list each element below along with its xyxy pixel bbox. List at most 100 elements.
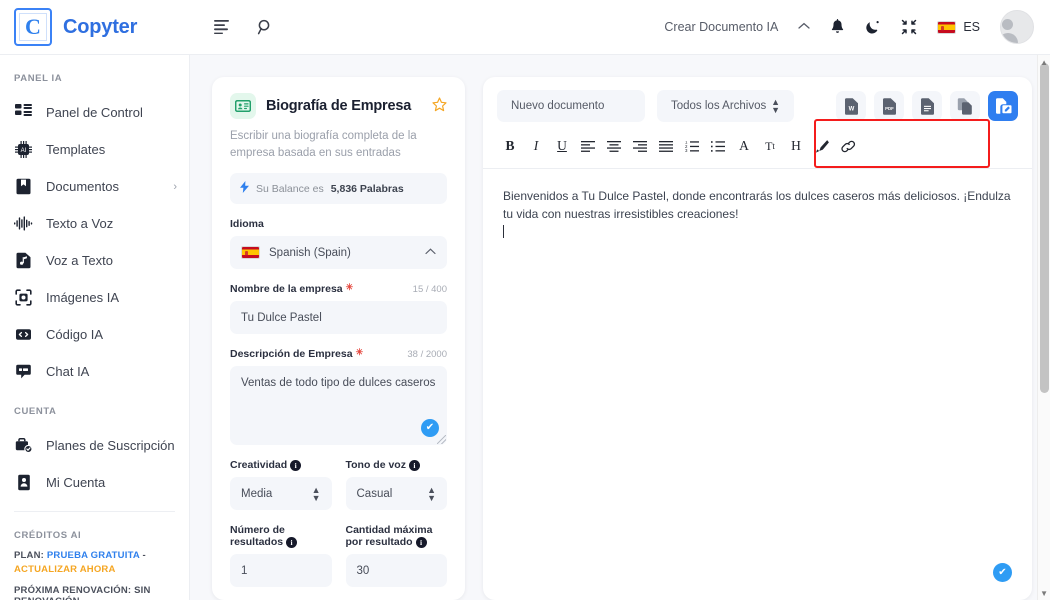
logo-icon: C xyxy=(14,8,52,46)
resize-grip[interactable] xyxy=(437,435,446,445)
audio-file-icon xyxy=(14,251,33,270)
results-label-text: Número de resultados xyxy=(230,524,285,549)
chevron-up-icon xyxy=(425,247,436,258)
chip-ai-icon: AI xyxy=(14,140,33,159)
language-selector[interactable]: ES xyxy=(937,20,980,34)
ordered-list-button[interactable]: 123 xyxy=(679,134,705,158)
creativity-select[interactable]: Media ▲ ▼ xyxy=(230,477,332,511)
language-code: ES xyxy=(963,20,980,34)
info-icon[interactable]: i xyxy=(415,537,427,549)
top-bar-right: Crear Documento IA ES xyxy=(664,10,1050,44)
sidebar-item-templates[interactable]: AI Templates xyxy=(0,131,189,168)
editor-formatting-toolbar: B I U 123 A T t H xyxy=(483,132,1032,168)
sidebar-item-chat-ia[interactable]: Chat IA xyxy=(0,353,189,390)
results-value: 1 xyxy=(241,564,248,577)
unordered-list-button[interactable] xyxy=(705,134,731,158)
heading-button[interactable]: H xyxy=(783,134,809,158)
sidebar-item-documentos[interactable]: Documentos › xyxy=(0,168,189,205)
info-icon[interactable]: i xyxy=(408,459,420,471)
copy-icon[interactable] xyxy=(950,91,980,121)
sidebar-item-codigo-ia[interactable]: Código IA xyxy=(0,316,189,353)
chat-icon xyxy=(14,362,33,381)
camera-frame-icon xyxy=(14,288,33,307)
check-circle-icon[interactable]: ✔ xyxy=(993,563,1012,582)
export-pdf-button[interactable]: PDF xyxy=(874,91,904,121)
sidebar-item-imagenes-ia[interactable]: Imágenes IA xyxy=(0,279,189,316)
company-desc-field-label: Descripción de Empresa ✳ 38 / 2000 xyxy=(230,346,447,361)
page-scrollbar[interactable] xyxy=(1037,55,1050,600)
sidebar-credits-block: CRÉDITOS AI PLAN: PRUEBA GRATUITA - ACTU… xyxy=(0,512,189,600)
avatar[interactable] xyxy=(1000,10,1034,44)
sidebar-item-mi-cuenta[interactable]: Mi Cuenta xyxy=(0,464,189,501)
editor-content: Bienvenidos a Tu Dulce Pastel, donde enc… xyxy=(503,189,1011,221)
chevron-up-icon[interactable] xyxy=(798,21,810,33)
export-word-button[interactable]: W xyxy=(836,91,866,121)
document-editor: Nuevo documento Todos los Archivos ▲ ▼ W … xyxy=(483,77,1032,600)
logo-letter: C xyxy=(25,14,41,39)
bell-icon[interactable] xyxy=(830,19,845,35)
link-button[interactable] xyxy=(835,134,861,158)
waveform-icon xyxy=(14,214,33,233)
stepper-caret-icon: ▲ ▼ xyxy=(427,484,436,503)
sidebar-item-panel-de-control[interactable]: Panel de Control xyxy=(0,94,189,131)
balance-badge: Su Balance es 5,836 Palabras xyxy=(230,173,447,205)
highlight-button[interactable] xyxy=(809,134,835,158)
results-maxlen-row: Número de resultados i 1 Cantidad máxima… xyxy=(230,510,447,588)
brand[interactable]: C Copyter xyxy=(0,8,190,46)
document-selector[interactable]: Nuevo documento xyxy=(497,90,645,122)
id-card-icon xyxy=(14,473,33,492)
create-document-label[interactable]: Crear Documento IA xyxy=(664,20,778,34)
compress-icon[interactable] xyxy=(901,19,917,35)
plan-upgrade-link[interactable]: ACTUALIZAR AHORA xyxy=(14,564,116,575)
results-input[interactable]: 1 xyxy=(230,554,332,588)
sidebar-item-texto-a-voz[interactable]: Texto a Voz xyxy=(0,205,189,242)
moon-icon[interactable] xyxy=(865,19,881,35)
sidebar: PANEL IA Panel de Control AI Templates D… xyxy=(0,55,190,600)
underline-button[interactable]: U xyxy=(549,134,575,158)
info-icon[interactable]: i xyxy=(286,537,298,549)
company-name-field-label: Nombre de la empresa ✳ 15 / 400 xyxy=(230,281,447,296)
star-icon[interactable] xyxy=(432,96,447,116)
files-filter-select[interactable]: Todos los Archivos ▲ ▼ xyxy=(657,90,794,122)
company-desc-value: Ventas de todo tipo de dulces caseros xyxy=(241,377,436,390)
spain-flag-icon xyxy=(241,246,260,260)
app-root: C Copyter Crear Documento IA ES PANEL IA… xyxy=(0,0,1050,600)
form-card-description: Escribir una biografía completa de la em… xyxy=(230,130,417,159)
scroll-up-arrow-icon[interactable]: ▲ xyxy=(1040,58,1048,67)
language-label-text: Idioma xyxy=(230,218,264,231)
required-marker: ✳ xyxy=(355,346,364,357)
font-color-button[interactable]: A xyxy=(731,134,757,158)
hamburger-icon[interactable] xyxy=(214,20,231,34)
export-text-button[interactable] xyxy=(912,91,942,121)
align-left-button[interactable] xyxy=(575,134,601,158)
tone-select[interactable]: Casual ▲ ▼ xyxy=(345,477,447,511)
bold-button[interactable]: B xyxy=(497,134,523,158)
plan-renewal: PRÓXIMA RENOVACIÓN: SIN RENOVACIÓN xyxy=(14,584,151,600)
code-icon xyxy=(14,325,33,344)
stepper-caret-icon: ▲ ▼ xyxy=(311,484,321,503)
documents-icon xyxy=(14,177,33,196)
search-icon[interactable] xyxy=(257,19,274,36)
required-marker: ✳ xyxy=(345,281,354,292)
main-content: Biografía de Empresa Escribir una biogra… xyxy=(190,55,1050,600)
creativity-value: Media xyxy=(241,487,273,500)
scroll-down-arrow-icon[interactable]: ▼ xyxy=(1040,589,1048,598)
dashboard-icon xyxy=(14,103,33,122)
company-name-input[interactable]: Tu Dulce Pastel xyxy=(230,301,447,335)
sidebar-item-voz-a-texto[interactable]: Voz a Texto xyxy=(0,242,189,279)
align-right-button[interactable] xyxy=(627,134,653,158)
italic-button[interactable]: I xyxy=(523,134,549,158)
font-size-button[interactable]: Tt xyxy=(757,134,783,158)
company-desc-counter: 38 / 2000 xyxy=(407,348,447,360)
company-desc-textarea[interactable]: Ventas de todo tipo de dulces caseros ✔ xyxy=(230,366,447,446)
company-desc-label-text: Descripción de Empresa xyxy=(230,348,353,361)
editor-canvas[interactable]: Bienvenidos a Tu Dulce Pastel, donde enc… xyxy=(483,169,1032,600)
maxlen-input[interactable]: 30 xyxy=(345,554,447,588)
align-center-button[interactable] xyxy=(601,134,627,158)
info-icon[interactable]: i xyxy=(290,459,302,471)
scrollbar-thumb[interactable] xyxy=(1040,63,1049,393)
language-select[interactable]: Spanish (Spain) xyxy=(230,236,447,270)
save-document-button[interactable] xyxy=(988,91,1018,121)
align-justify-button[interactable] xyxy=(653,134,679,158)
sidebar-item-planes-de-suscripcion[interactable]: Planes de Suscripción xyxy=(0,427,189,464)
